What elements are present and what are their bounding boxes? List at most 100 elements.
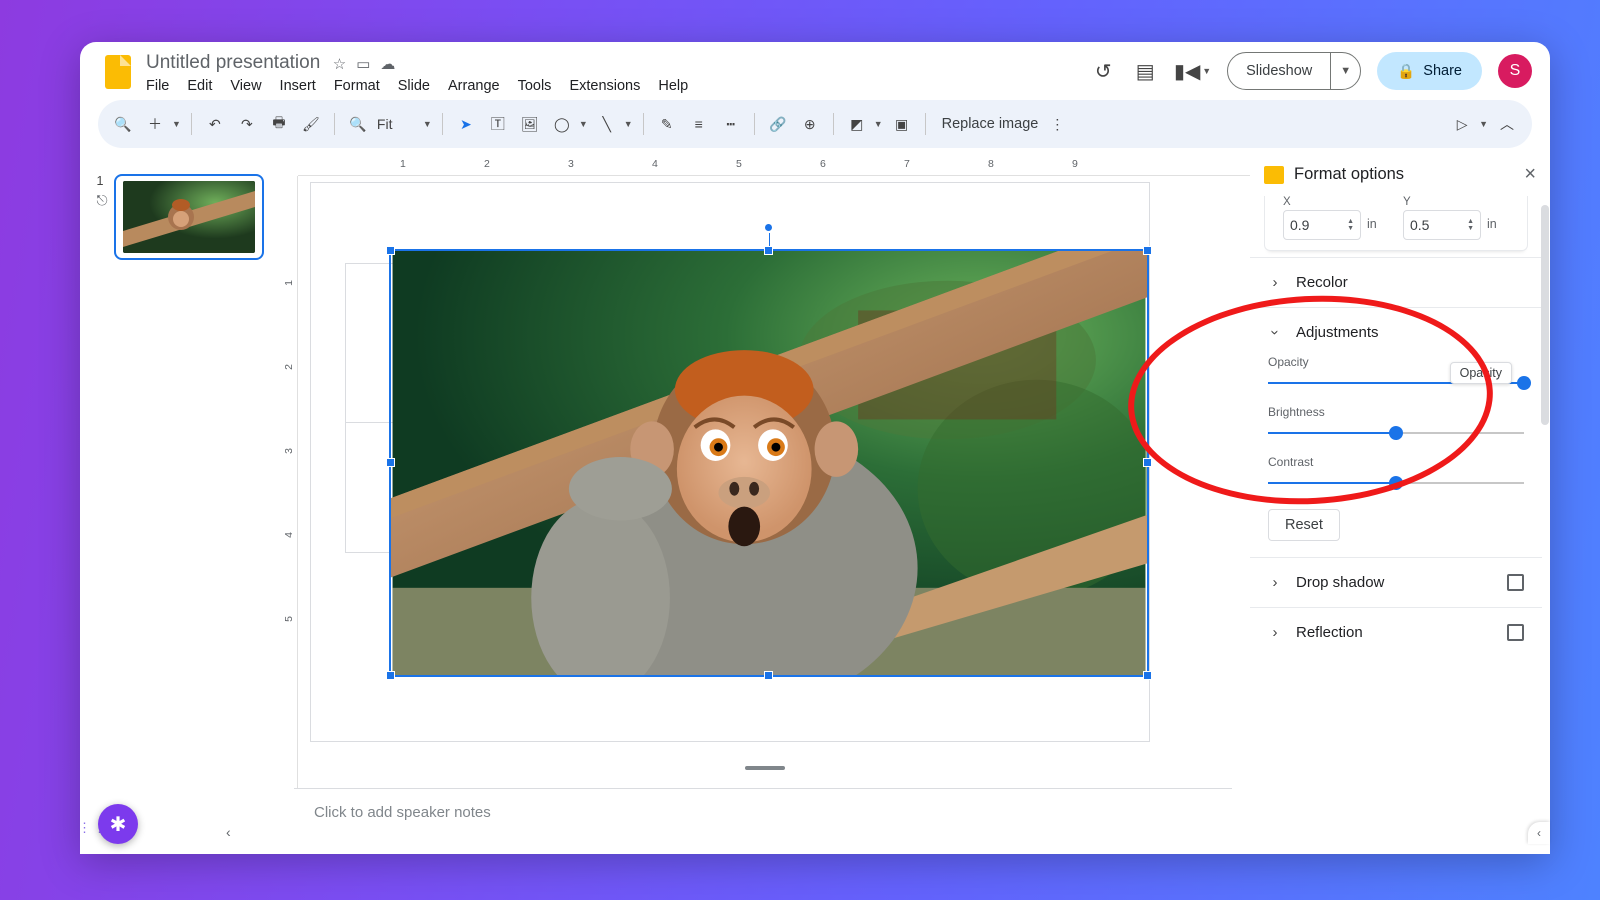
resize-handle-r[interactable] (1143, 458, 1152, 467)
resize-handle-bl[interactable] (386, 671, 395, 680)
reflection-checkbox[interactable] (1507, 624, 1524, 641)
menu-insert[interactable]: Insert (280, 78, 316, 94)
resize-handle-tl[interactable] (386, 246, 395, 255)
chevron-down-icon: › (1267, 326, 1284, 340)
account-avatar[interactable]: S (1498, 54, 1532, 88)
cloud-status-icon[interactable]: ☁ (380, 55, 395, 73)
history-icon[interactable]: ↺ (1090, 58, 1116, 84)
hide-menus-icon[interactable]: ︿ (1494, 110, 1520, 138)
format-options-panel: Format options × X 0.9▲▼ in Y 0 (1250, 156, 1550, 854)
resize-handle-t[interactable] (764, 246, 773, 255)
format-options-icon (1264, 166, 1284, 184)
selected-image[interactable] (389, 249, 1149, 677)
new-slide-button[interactable]: ＋ (142, 110, 168, 138)
move-icon[interactable]: ▭ (356, 55, 370, 73)
crop-icon[interactable]: ◩ (844, 110, 870, 138)
chevron-right-icon: › (1268, 274, 1282, 291)
replace-image-button[interactable]: Replace image (942, 116, 1039, 132)
opacity-tooltip: Opacity (1450, 362, 1512, 384)
toolbar: 🔍 ＋▼ ↶ ↷ 🖶 🖌 🔍 ▼ ➤ 🅃 🖼 ◯▼ ╲▼ ✎ ≡ ┅ 🔗 ⊕ ◩… (98, 100, 1532, 148)
x-input[interactable]: 0.9▲▼ (1283, 210, 1361, 240)
x-unit: in (1367, 217, 1377, 231)
section-drop-shadow[interactable]: ›Drop shadow (1250, 557, 1542, 607)
menu-file[interactable]: File (146, 78, 169, 94)
menu-slide[interactable]: Slide (398, 78, 430, 94)
search-menus-icon[interactable]: 🔍 (110, 110, 136, 138)
contrast-slider[interactable] (1268, 475, 1524, 491)
comment-add-icon[interactable]: ⊕ (797, 110, 823, 138)
border-weight-icon[interactable]: ≡ (686, 110, 712, 138)
image-content (391, 251, 1147, 675)
border-color-icon[interactable]: ✎ (654, 110, 680, 138)
thumbnail-image (123, 181, 255, 253)
lock-icon: 🔒 (1397, 63, 1415, 80)
zoom-select[interactable] (377, 116, 423, 132)
app-window: Untitled presentation ☆ ▭ ☁ File Edit Vi… (80, 42, 1550, 854)
slide-canvas[interactable] (310, 182, 1150, 742)
adjustments-header[interactable]: ›Adjustments (1268, 324, 1524, 341)
close-panel-icon[interactable]: × (1524, 163, 1536, 186)
contrast-label: Contrast (1268, 455, 1524, 469)
menu-extensions[interactable]: Extensions (569, 78, 640, 94)
paint-format-button[interactable]: 🖌 (298, 110, 324, 138)
star-icon[interactable]: ☆ (333, 55, 346, 73)
speaker-notes[interactable]: Click to add speaker notes (294, 788, 1232, 836)
share-label: Share (1423, 63, 1462, 79)
position-fields: X 0.9▲▼ in Y 0.5▲▼ in (1264, 196, 1528, 251)
brightness-slider[interactable] (1268, 425, 1524, 441)
slideshow-button[interactable]: Slideshow (1228, 63, 1330, 79)
menu-arrange[interactable]: Arrange (448, 78, 500, 94)
resize-handle-br[interactable] (1143, 671, 1152, 680)
section-reflection[interactable]: ›Reflection (1250, 607, 1542, 657)
filmstrip: 1 ⎋ (80, 156, 280, 854)
document-title[interactable]: Untitled presentation (146, 52, 320, 74)
resize-handle-l[interactable] (386, 458, 395, 467)
menu-help[interactable]: Help (658, 78, 688, 94)
rotate-handle[interactable] (764, 223, 773, 232)
explore-fab[interactable]: ✱ (98, 804, 138, 844)
y-input[interactable]: 0.5▲▼ (1403, 210, 1481, 240)
menu-view[interactable]: View (230, 78, 261, 94)
menu-format[interactable]: Format (334, 78, 380, 94)
slideshow-dropdown[interactable]: ▼ (1330, 53, 1360, 89)
link-icon[interactable]: 🔗 (765, 110, 791, 138)
image-icon[interactable]: 🖼 (517, 110, 543, 138)
section-recolor[interactable]: ›Recolor (1250, 257, 1542, 307)
undo-button[interactable]: ↶ (202, 110, 228, 138)
mask-icon[interactable]: ▣ (889, 110, 915, 138)
y-label: Y (1403, 196, 1509, 208)
drop-shadow-checkbox[interactable] (1507, 574, 1524, 591)
sidebar-scrollbar[interactable] (1540, 199, 1550, 844)
ruler-horizontal: 1 2 3 4 5 6 7 8 9 (298, 156, 1250, 176)
collapse-filmstrip-icon[interactable]: ‹ (226, 824, 231, 840)
menu-edit[interactable]: Edit (187, 78, 212, 94)
more-icon[interactable]: ⋮ (1044, 110, 1070, 138)
expand-corner-icon[interactable]: ‹ (1528, 822, 1550, 844)
slides-logo-icon[interactable] (98, 52, 138, 92)
redo-button[interactable]: ↷ (234, 110, 260, 138)
chevron-right-icon: › (1268, 624, 1282, 641)
zoom-icon[interactable]: 🔍 (345, 110, 371, 138)
ruler-vertical: 1 2 3 4 5 (280, 176, 298, 794)
motion-icon[interactable]: ▷ (1449, 110, 1475, 138)
line-icon[interactable]: ╲ (594, 110, 620, 138)
reset-button[interactable]: Reset (1268, 509, 1340, 541)
meet-button[interactable]: ▮◀▼ (1174, 58, 1211, 84)
slide-thumbnail[interactable] (114, 174, 264, 260)
notes-drag-handle[interactable] (745, 766, 785, 770)
resize-handle-tr[interactable] (1143, 246, 1152, 255)
shape-icon[interactable]: ◯ (549, 110, 575, 138)
comments-icon[interactable]: ▤ (1132, 58, 1158, 84)
print-button[interactable]: 🖶 (266, 110, 292, 138)
brightness-label: Brightness (1268, 405, 1524, 419)
select-tool-icon[interactable]: ➤ (453, 110, 479, 138)
menu-tools[interactable]: Tools (518, 78, 552, 94)
menu-bar: File Edit View Insert Format Slide Arran… (146, 78, 688, 94)
border-dash-icon[interactable]: ┅ (718, 110, 744, 138)
share-button[interactable]: 🔒 Share (1377, 52, 1482, 90)
slide-linked-icon: ⎋ (96, 192, 107, 209)
video-icon: ▮◀ (1174, 58, 1200, 84)
resize-handle-b[interactable] (764, 671, 773, 680)
textbox-icon[interactable]: 🅃 (485, 110, 511, 138)
format-options-title: Format options (1294, 165, 1404, 184)
